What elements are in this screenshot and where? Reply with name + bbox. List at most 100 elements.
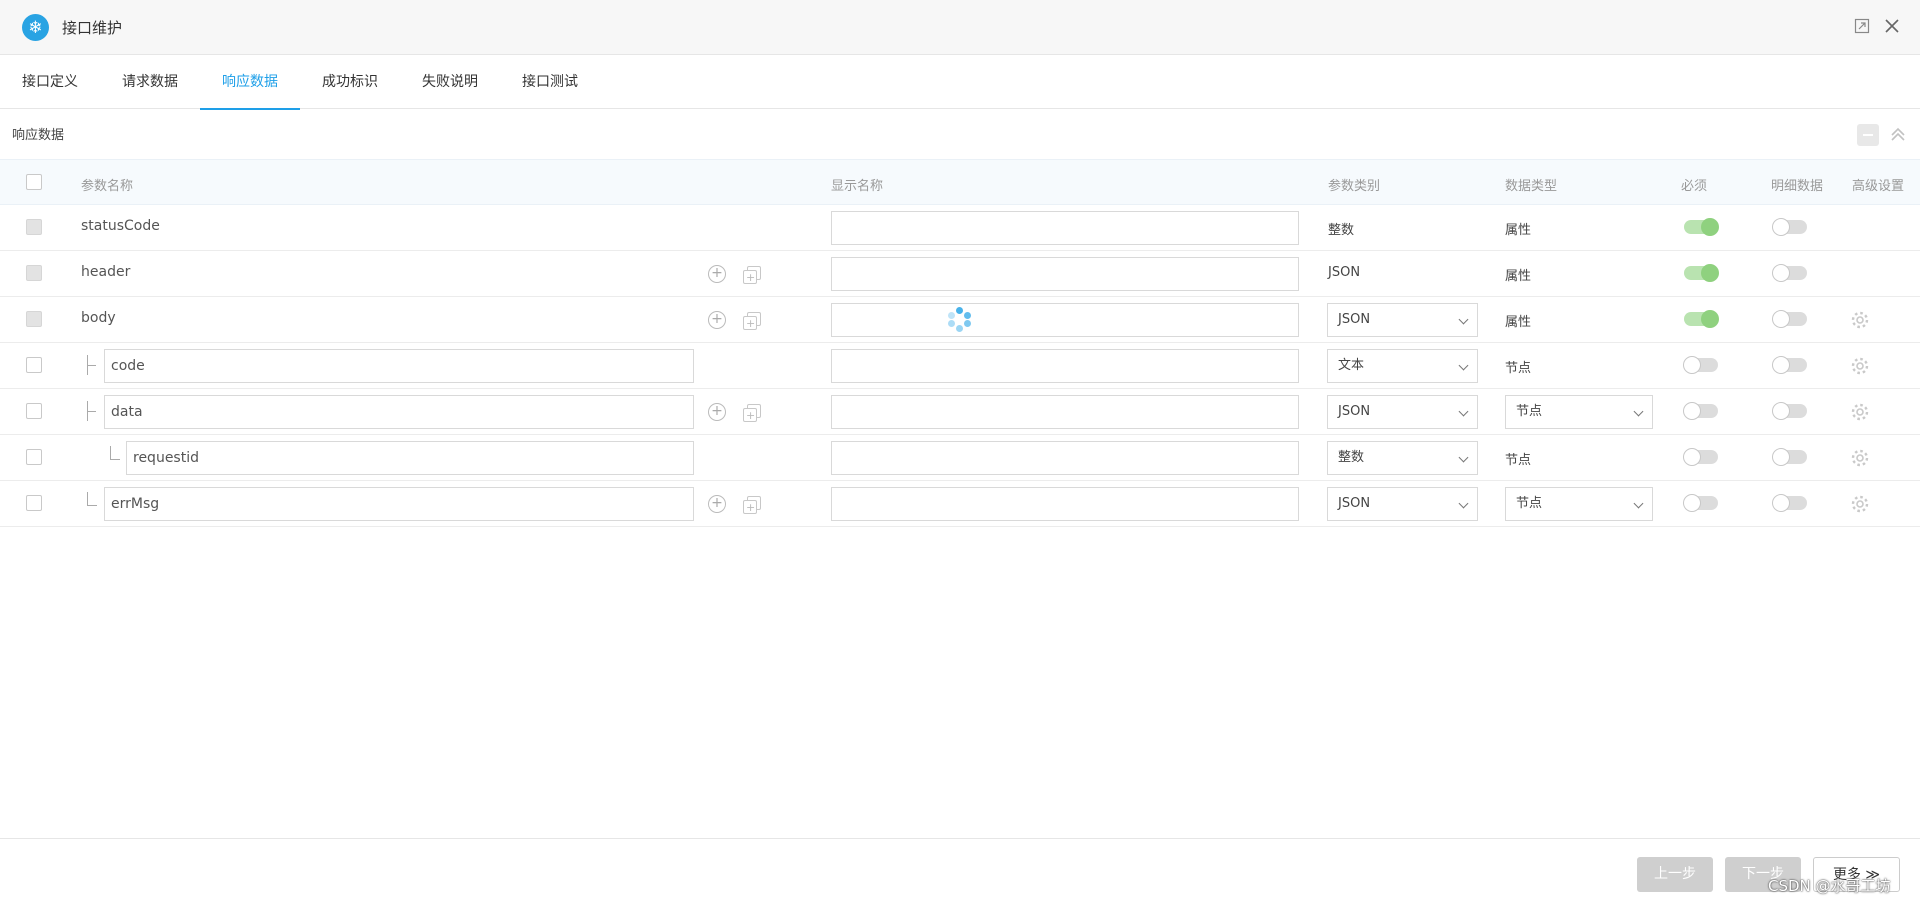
- select-all-checkbox[interactable]: [26, 174, 42, 190]
- col-required: 必须: [1681, 179, 1708, 194]
- param-name: statusCode: [81, 218, 160, 234]
- param-name-input[interactable]: data: [104, 395, 694, 429]
- chevron-down-icon: [1633, 406, 1644, 417]
- watermark: CSDN @水哥工坊: [1768, 877, 1891, 895]
- param-name-input[interactable]: requestid: [126, 441, 694, 475]
- row-checkbox[interactable]: [26, 219, 42, 235]
- param-category-value: JSON: [1338, 404, 1371, 419]
- required-toggle[interactable]: [1683, 448, 1718, 466]
- param-name-input[interactable]: errMsg: [104, 487, 694, 521]
- display-name-input[interactable]: [831, 257, 1299, 291]
- data-type-select[interactable]: 节点: [1505, 395, 1653, 429]
- close-icon[interactable]: [1882, 16, 1902, 36]
- chevron-down-icon: [1458, 360, 1469, 371]
- copy-add-icon[interactable]: +: [742, 494, 762, 514]
- detail-toggle[interactable]: [1772, 218, 1807, 236]
- detail-toggle[interactable]: [1772, 494, 1807, 512]
- required-toggle[interactable]: [1683, 402, 1718, 420]
- table-row: header + + JSON 属性: [0, 251, 1920, 297]
- tab-failure-description[interactable]: 失败说明: [400, 55, 500, 109]
- chevron-down-icon: [1458, 406, 1469, 417]
- param-category-select[interactable]: JSON: [1327, 395, 1478, 429]
- required-toggle[interactable]: [1684, 264, 1719, 282]
- snowflake-icon: ❄: [22, 14, 49, 41]
- row-checkbox[interactable]: [26, 403, 42, 419]
- display-name-input[interactable]: [831, 303, 1299, 337]
- row-checkbox[interactable]: [26, 495, 42, 511]
- row-checkbox[interactable]: [26, 449, 42, 465]
- maximize-icon[interactable]: [1852, 16, 1872, 36]
- tree-connector: [87, 355, 97, 375]
- param-category-value: JSON: [1338, 496, 1371, 511]
- param-category-value: 文本: [1338, 358, 1365, 373]
- tab-interface-definition[interactable]: 接口定义: [0, 55, 100, 109]
- tab-interface-test[interactable]: 接口测试: [500, 55, 600, 109]
- param-category: JSON: [1328, 265, 1361, 280]
- table-row: requestid 整数 节点: [0, 435, 1920, 481]
- required-toggle[interactable]: [1684, 310, 1719, 328]
- display-name-input[interactable]: [831, 487, 1299, 521]
- detail-toggle[interactable]: [1772, 264, 1807, 282]
- section-header: 响应数据: [0, 109, 1920, 159]
- param-name-input[interactable]: code: [104, 349, 694, 383]
- tree-connector: [87, 492, 97, 506]
- add-child-icon[interactable]: +: [708, 311, 726, 329]
- col-param-category: 参数类别: [1328, 179, 1381, 194]
- tab-bar: 接口定义 请求数据 响应数据 成功标识 失败说明 接口测试: [0, 55, 1920, 110]
- detail-toggle[interactable]: [1772, 310, 1807, 328]
- detail-toggle[interactable]: [1772, 402, 1807, 420]
- table-header: 参数名称 显示名称 参数类别 数据类型 必须 明细数据 高级设置: [0, 159, 1920, 205]
- display-name-input[interactable]: [831, 211, 1299, 245]
- param-category-value: 整数: [1338, 450, 1365, 465]
- add-child-icon[interactable]: +: [708, 265, 726, 283]
- required-toggle[interactable]: [1684, 218, 1719, 236]
- chevron-down-icon: [1458, 314, 1469, 325]
- chevron-down-icon: [1458, 452, 1469, 463]
- tab-request-data[interactable]: 请求数据: [100, 55, 200, 109]
- gear-icon[interactable]: [1850, 494, 1870, 514]
- col-data-type: 数据类型: [1505, 179, 1558, 194]
- data-type-value: 节点: [1516, 496, 1543, 511]
- param-name: body: [81, 310, 116, 326]
- param-category-select[interactable]: JSON: [1327, 303, 1478, 337]
- copy-add-icon[interactable]: +: [742, 402, 762, 422]
- display-name-input[interactable]: [831, 349, 1299, 383]
- table-row: errMsg + + JSON 节点: [0, 481, 1920, 527]
- row-checkbox[interactable]: [26, 357, 42, 373]
- param-name: header: [81, 264, 131, 280]
- data-type-select[interactable]: 节点: [1505, 487, 1653, 521]
- gear-icon[interactable]: [1850, 402, 1870, 422]
- data-type: 节点: [1505, 453, 1532, 468]
- required-toggle[interactable]: [1683, 356, 1718, 374]
- tree-connector: [87, 401, 97, 421]
- table-row: code 文本 节点: [0, 343, 1920, 389]
- tab-success-flag[interactable]: 成功标识: [300, 55, 400, 109]
- gear-icon[interactable]: [1850, 310, 1870, 330]
- row-checkbox[interactable]: [26, 265, 42, 281]
- data-type: 属性: [1505, 223, 1532, 238]
- param-category-select[interactable]: JSON: [1327, 487, 1478, 521]
- gear-icon[interactable]: [1850, 448, 1870, 468]
- add-child-icon[interactable]: +: [708, 495, 726, 513]
- data-type: 属性: [1505, 269, 1532, 284]
- required-toggle[interactable]: [1683, 494, 1718, 512]
- param-category-select[interactable]: 文本: [1327, 349, 1478, 383]
- add-child-icon[interactable]: +: [708, 403, 726, 421]
- chevron-double-up-icon[interactable]: [1887, 124, 1909, 146]
- gear-icon[interactable]: [1850, 356, 1870, 376]
- tab-response-data[interactable]: 响应数据: [200, 55, 300, 110]
- detail-toggle[interactable]: [1772, 356, 1807, 374]
- copy-add-icon[interactable]: +: [742, 310, 762, 330]
- display-name-input[interactable]: [831, 441, 1299, 475]
- collapse-minus-button[interactable]: [1857, 124, 1879, 146]
- row-checkbox[interactable]: [26, 311, 42, 327]
- chevron-down-icon: [1633, 498, 1644, 509]
- detail-toggle[interactable]: [1772, 448, 1807, 466]
- loading-spinner-icon: [945, 306, 975, 336]
- col-display-name: 显示名称: [831, 179, 884, 194]
- copy-add-icon[interactable]: +: [742, 264, 762, 284]
- prev-step-button[interactable]: 上一步: [1637, 857, 1713, 892]
- section-title: 响应数据: [12, 128, 65, 143]
- param-category-select[interactable]: 整数: [1327, 441, 1478, 475]
- display-name-input[interactable]: [831, 395, 1299, 429]
